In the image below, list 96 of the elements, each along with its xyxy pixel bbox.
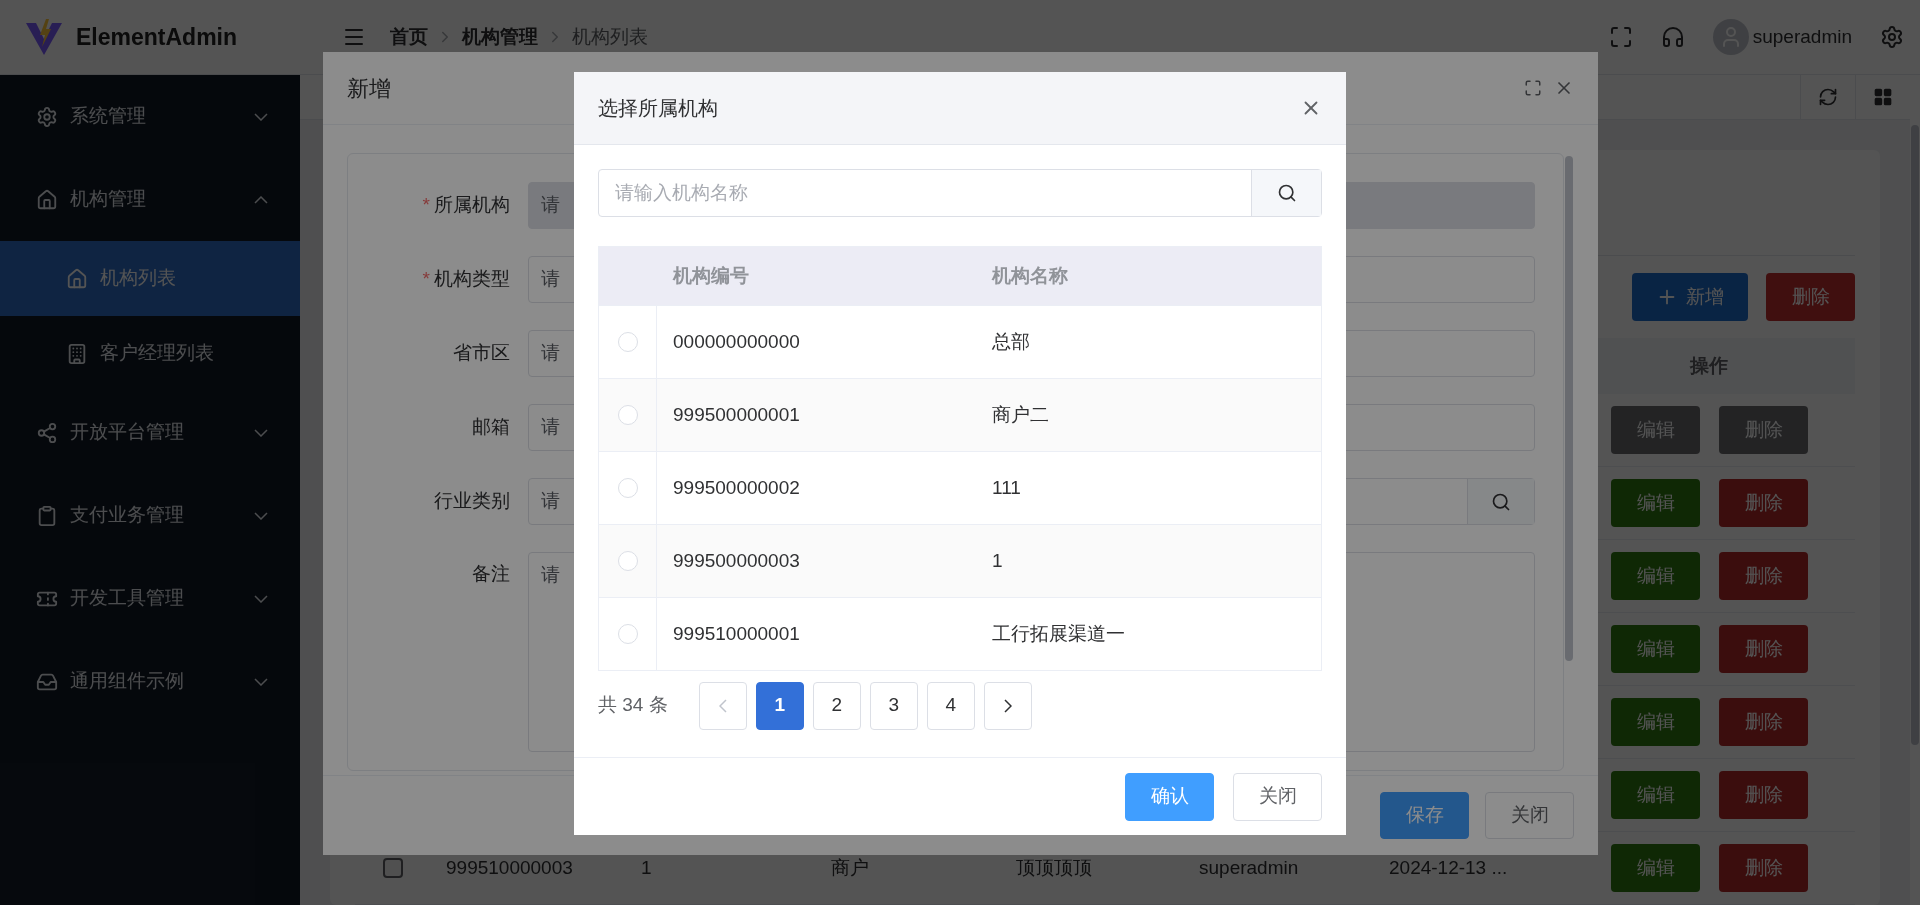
fullscreen-icon[interactable] <box>1608 25 1633 49</box>
field-label: 省市区 <box>453 341 510 366</box>
total-count: 共 34 条 <box>598 693 668 718</box>
building-icon <box>66 342 88 365</box>
radio-button[interactable] <box>617 332 638 352</box>
dialog-button[interactable]: 关闭 <box>1233 772 1322 821</box>
dialog-button[interactable]: 确认 <box>1125 772 1214 821</box>
sidebar-item[interactable]: 系统管理 <box>0 75 300 158</box>
radio-button[interactable] <box>617 478 638 498</box>
page-button[interactable]: 3 <box>869 681 918 730</box>
table-cell-text: 111 <box>991 475 1022 500</box>
table-cell-text: 商户二 <box>991 402 1050 427</box>
logo-icon <box>24 17 64 57</box>
field-label: 所属机构 <box>434 193 510 218</box>
share-icon <box>36 421 58 444</box>
row-checkbox[interactable] <box>382 858 403 878</box>
table-cell-text: 000000000000 <box>672 329 801 354</box>
table-cell: 1 <box>641 856 652 878</box>
edit-button[interactable]: 编辑 <box>1611 844 1700 892</box>
clipboard-icon <box>36 504 58 527</box>
dialog-button[interactable]: 关闭 <box>1485 792 1574 839</box>
next-page-button[interactable] <box>983 681 1032 730</box>
house-icon <box>66 267 88 290</box>
page-button[interactable]: 4 <box>926 681 975 730</box>
prev-page-button[interactable] <box>698 681 747 730</box>
sidebar-item[interactable]: 机构管理 <box>0 158 300 241</box>
sidebar-subitem[interactable]: 客户经理列表 <box>0 316 300 391</box>
radio-button[interactable] <box>617 405 638 425</box>
page-button[interactable]: 1 <box>755 681 804 730</box>
refresh-icon <box>1818 87 1838 107</box>
add-button[interactable]: 新增 <box>1632 273 1748 321</box>
edit-button[interactable]: 编辑 <box>1611 625 1700 673</box>
required-mark: * <box>422 193 430 218</box>
search-icon <box>1276 183 1297 203</box>
field-label: 备注 <box>472 562 510 586</box>
edit-button[interactable]: 编辑 <box>1611 698 1700 746</box>
chevron-down-icon <box>254 112 268 121</box>
edit-button[interactable]: 编辑 <box>1611 771 1700 819</box>
table-cell-text: 999500000003 <box>672 548 801 573</box>
table-cell-text: 工行拓展渠道一 <box>991 621 1126 646</box>
sidebar-item[interactable]: 开放平台管理 <box>0 391 300 474</box>
delete-button[interactable]: 删除 <box>1719 552 1808 600</box>
search-icon <box>1491 491 1511 512</box>
delete-button[interactable]: 删除 <box>1766 273 1855 321</box>
chevron-up-icon <box>254 195 268 204</box>
required-mark: * <box>422 267 430 292</box>
delete-button[interactable]: 删除 <box>1719 479 1808 527</box>
dialog-title: 选择所属机构 <box>598 96 719 121</box>
table-cell-text: 1 <box>991 548 1004 573</box>
table-cell: superadmin <box>1199 856 1299 878</box>
search-field[interactable]: 请输入机构名称 <box>598 169 1322 217</box>
delete-button[interactable]: 删除 <box>1719 771 1808 819</box>
sidebar-item[interactable]: 通用组件示例 <box>0 640 300 723</box>
delete-button[interactable]: 删除 <box>1719 625 1808 673</box>
table-cell-text: 999510000001 <box>672 621 801 646</box>
column-header: 机构名称 <box>990 263 1069 288</box>
edit-button[interactable]: 编辑 <box>1611 552 1700 600</box>
settings-icon[interactable] <box>1880 25 1904 49</box>
sidebar-item[interactable]: 开发工具管理 <box>0 557 300 640</box>
chevron-down-icon <box>254 594 268 603</box>
grid-icon <box>1873 87 1893 107</box>
field-label: 行业类别 <box>434 489 510 514</box>
headset-icon[interactable] <box>1660 25 1685 49</box>
breadcrumb-item[interactable]: 首页 <box>390 22 428 52</box>
chevron-down-icon <box>254 677 268 686</box>
radio-button[interactable] <box>617 551 638 571</box>
column-header: 机构编号 <box>671 263 750 288</box>
house-icon <box>36 188 58 211</box>
breadcrumb-item[interactable]: 机构管理 <box>462 22 538 52</box>
sidebar-subitem[interactable]: 机构列表 <box>0 241 300 316</box>
radio-button[interactable] <box>617 624 638 644</box>
table-cell-text: 总部 <box>991 329 1031 354</box>
chevron-right-icon <box>1003 698 1012 713</box>
dialog-title: 新增 <box>347 74 392 103</box>
table-cell-text: 999500000001 <box>672 402 801 427</box>
scrollbar[interactable] <box>1565 156 1573 661</box>
field-label: 邮箱 <box>472 415 510 440</box>
table-cell: 商户 <box>831 856 869 878</box>
table-cell: 2024-12-13 ... <box>1389 856 1508 878</box>
edit-button[interactable]: 编辑 <box>1611 479 1700 527</box>
field-label: 机构类型 <box>434 267 510 292</box>
table-cell: 999510000003 <box>446 856 573 878</box>
delete-button[interactable]: 删除 <box>1719 698 1808 746</box>
table-cell-text: 999500000002 <box>672 475 801 500</box>
chevron-down-icon <box>254 511 268 520</box>
page-button[interactable]: 2 <box>812 681 861 730</box>
fullscreen-icon[interactable] <box>1524 79 1542 97</box>
chevron-left-icon <box>718 698 727 713</box>
username[interactable]: superadmin <box>1752 22 1852 52</box>
table-cell: 顶顶顶顶 <box>1016 856 1092 878</box>
gear-icon <box>36 105 58 128</box>
delete-button[interactable]: 删除 <box>1719 844 1808 892</box>
chevron-down-icon <box>254 428 268 437</box>
sidebar-item[interactable]: 支付业务管理 <box>0 474 300 557</box>
dialog-button[interactable]: 保存 <box>1380 792 1469 839</box>
app-logo-text: ElementAdmin <box>76 22 238 52</box>
